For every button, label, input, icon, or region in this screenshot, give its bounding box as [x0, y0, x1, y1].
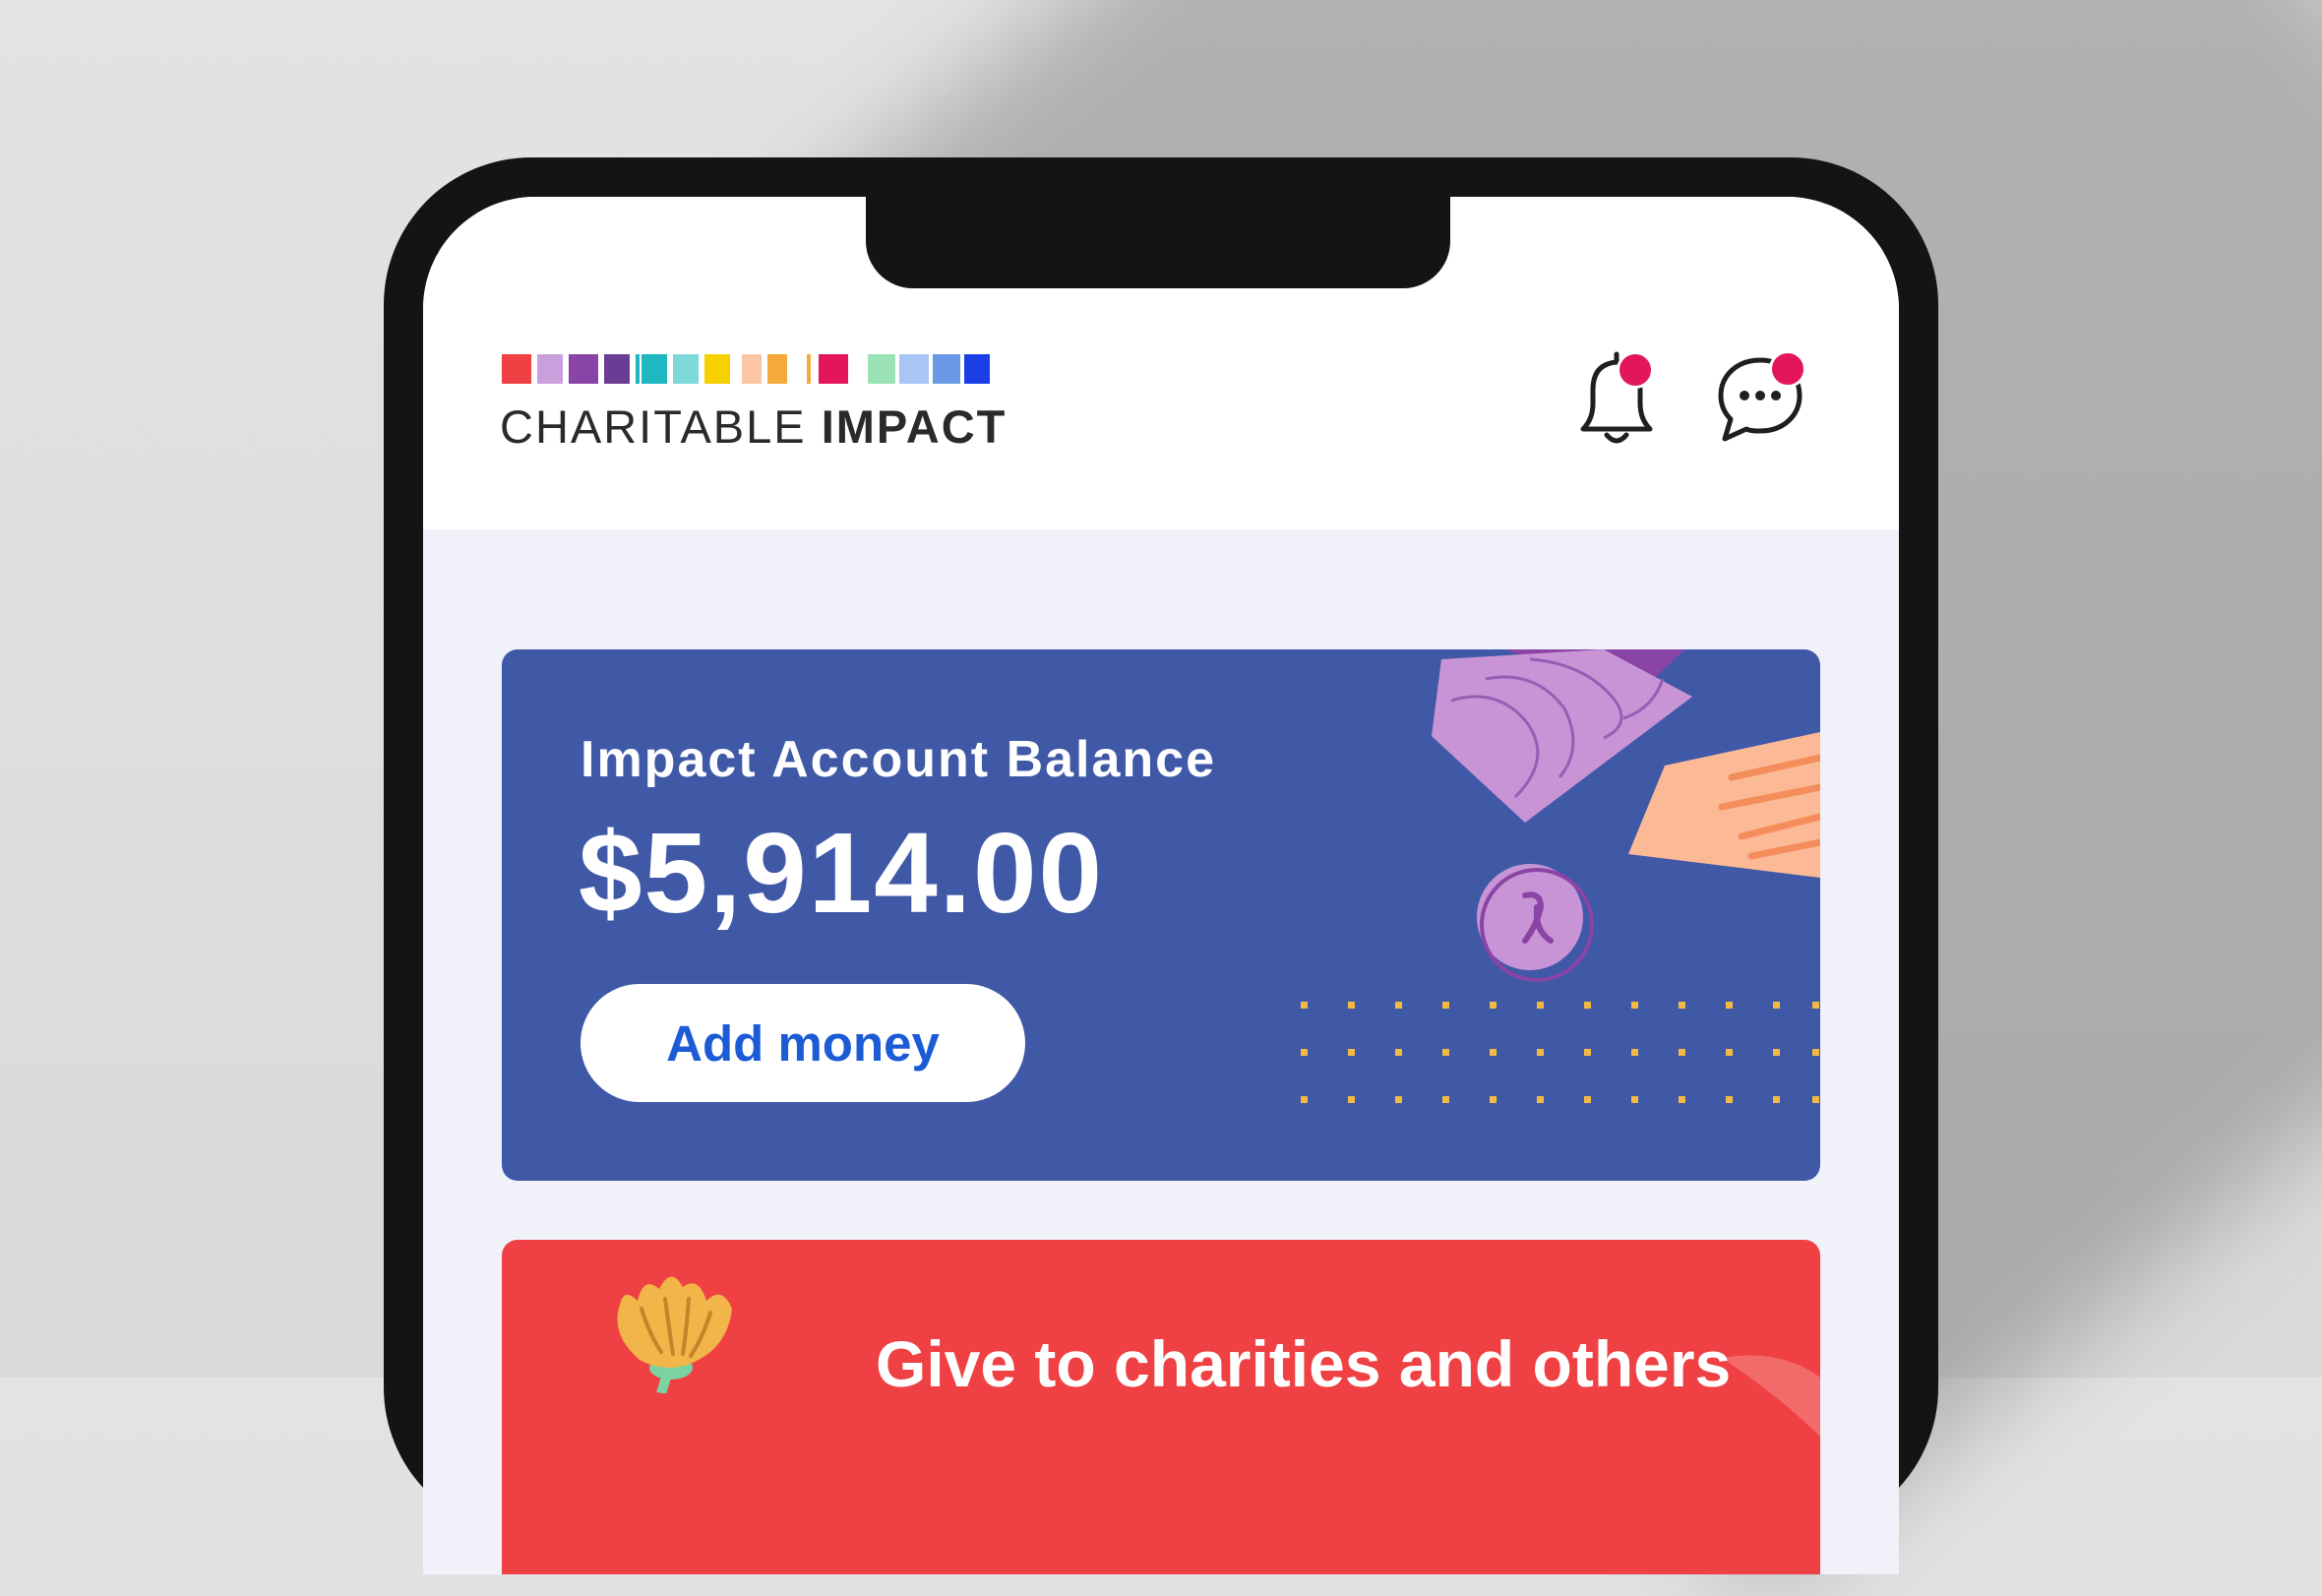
- flower-icon: [617, 1276, 732, 1393]
- notifications-button[interactable]: [1567, 344, 1676, 453]
- add-money-button[interactable]: Add money: [580, 984, 1025, 1102]
- balance-amount: $5,914.00: [579, 809, 1105, 937]
- balance-title: Impact Account Balance: [580, 731, 1217, 788]
- chat-bubble-icon: [1718, 357, 1803, 442]
- brand-name-light: CHARITABLE: [500, 400, 807, 453]
- app-screen: CHARITABLE IMPACT Impact Account Balance…: [423, 197, 1899, 1574]
- brand-logo-text[interactable]: CHARITABLE IMPACT: [500, 399, 1007, 454]
- brand-name-bold: IMPACT: [821, 400, 1008, 453]
- impact-balance-card: Impact Account Balance $5,914.00 Add mon…: [502, 649, 1820, 1181]
- give-card-title: Give to charities and others: [876, 1327, 1732, 1400]
- phone-notch: [866, 197, 1450, 288]
- messages-button[interactable]: [1713, 344, 1821, 453]
- notification-badge: [1617, 351, 1654, 389]
- messages-badge: [1769, 350, 1806, 388]
- give-to-charities-card[interactable]: Give to charities and others: [502, 1240, 1820, 1574]
- phone-frame: CHARITABLE IMPACT Impact Account Balance…: [384, 157, 1938, 1574]
